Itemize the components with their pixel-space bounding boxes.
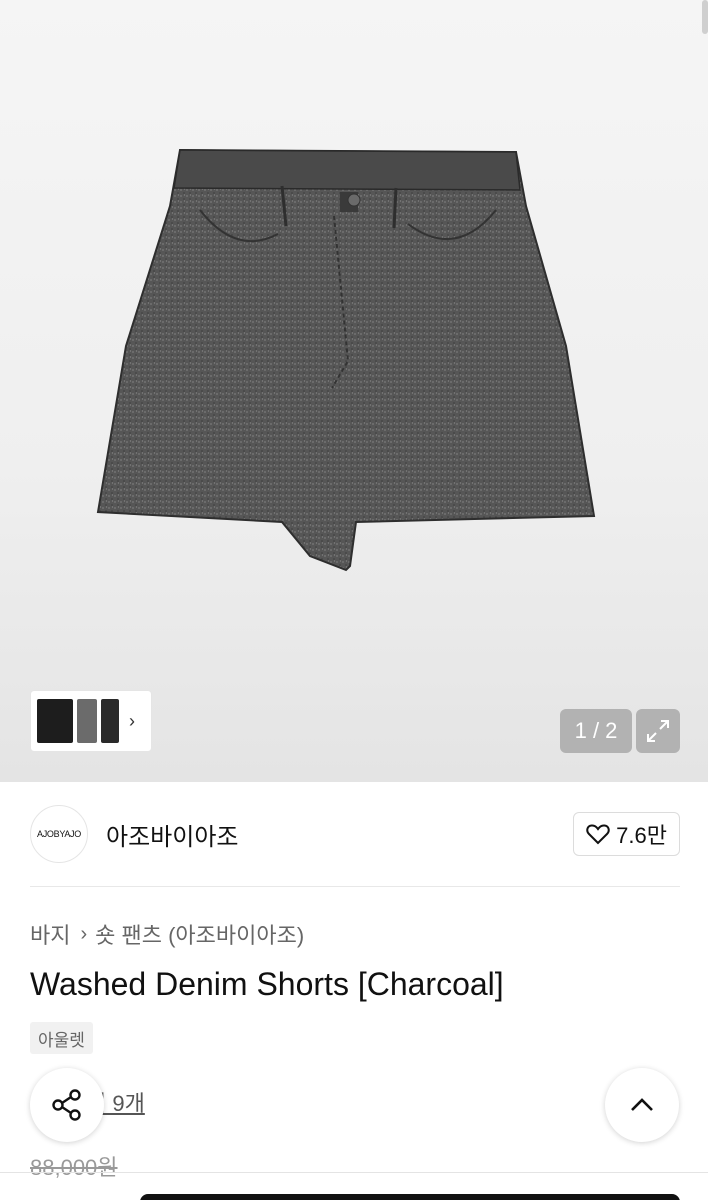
scrollbar[interactable] — [702, 0, 708, 34]
like-count: 7.6만 — [616, 823, 667, 848]
like-button[interactable]: 7.6만 — [573, 812, 680, 856]
outlet-badge: 아울렛 — [30, 1022, 93, 1054]
chevron-up-icon — [631, 1098, 653, 1111]
thumbnail-strip[interactable]: › — [30, 690, 152, 752]
breadcrumb-subcategory[interactable]: 숏 팬츠 (아조바이아조) — [95, 918, 304, 950]
breadcrumb: 바지 › 숏 팬츠 (아조바이아조) — [30, 918, 304, 950]
original-price: 88,000원 — [30, 1155, 118, 1180]
chevron-right-icon: › — [80, 922, 88, 945]
heart-icon — [586, 824, 610, 845]
product-title: Washed Denim Shorts [Charcoal] — [30, 966, 504, 1002]
divider — [30, 886, 680, 887]
product-gallery[interactable]: › 1 / 2 — [0, 0, 708, 782]
brand-logo[interactable]: AJOBYAJO — [30, 805, 88, 863]
bottom-divider — [0, 1172, 708, 1173]
thumbnail-3[interactable] — [101, 699, 119, 743]
brand-name[interactable]: 아조바이아조 — [106, 817, 238, 852]
thumbnail-1[interactable] — [37, 699, 73, 743]
product-image — [96, 148, 596, 572]
expand-icon — [647, 720, 669, 742]
share-button[interactable] — [30, 1068, 104, 1142]
purchase-bar[interactable] — [140, 1194, 680, 1200]
chevron-right-icon[interactable]: › — [129, 711, 135, 732]
breadcrumb-category[interactable]: 바지 — [30, 918, 70, 950]
thumbnail-2[interactable] — [77, 699, 97, 743]
brand-row: AJOBYAJO 아조바이아조 7.6만 — [30, 804, 680, 864]
scroll-top-button[interactable] — [605, 1068, 679, 1142]
expand-button[interactable] — [636, 709, 680, 753]
image-counter: 1 / 2 — [560, 709, 632, 753]
share-icon — [52, 1089, 81, 1121]
